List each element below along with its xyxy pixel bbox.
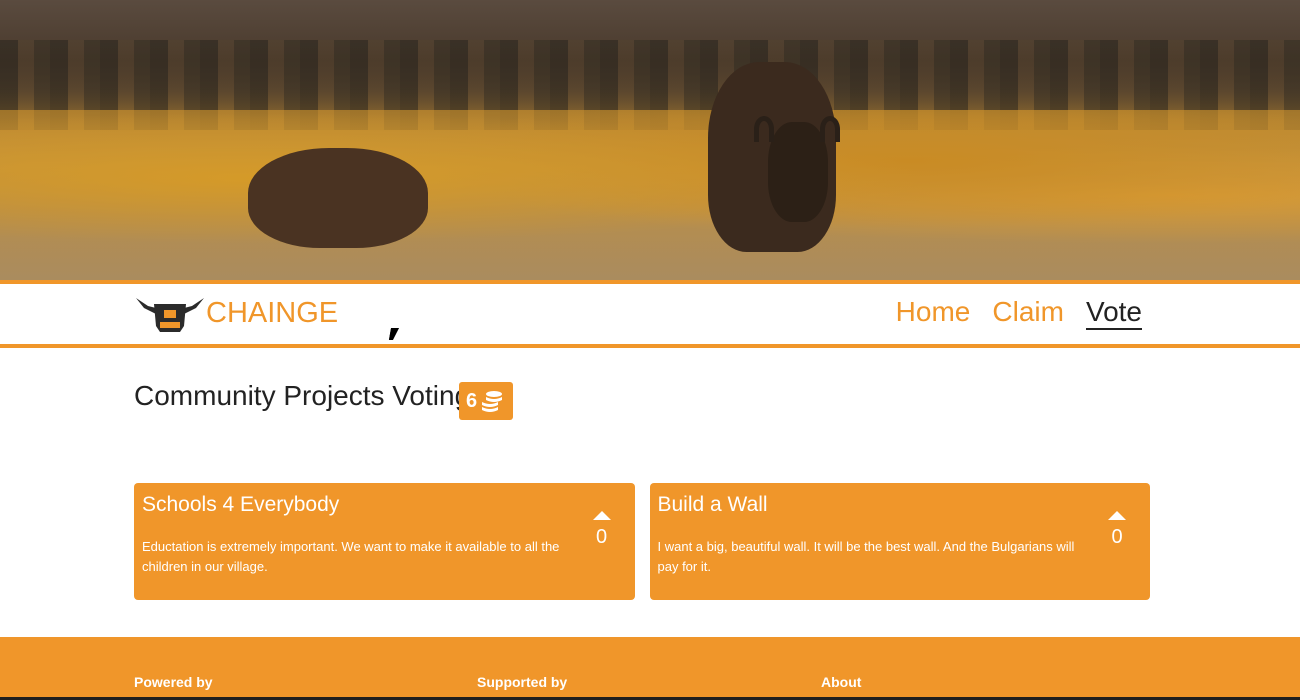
token-balance-value: 6 xyxy=(466,389,478,412)
footer: Powered by Supported by About xyxy=(0,637,1300,700)
project-card[interactable]: Schools 4 Everybody Eductation is extrem… xyxy=(134,483,635,600)
upvote-arrow-icon[interactable] xyxy=(1108,511,1126,520)
upvote-arrow-icon[interactable] xyxy=(592,511,611,520)
top-navbar: CHAINGE Home Claim Vote xyxy=(0,280,1300,348)
hero-banner-image xyxy=(0,0,1300,280)
vote-control: 0 xyxy=(589,511,615,549)
page-title: Community Projects Voting xyxy=(134,380,471,411)
hero-bison-head xyxy=(768,122,828,222)
hero-bison-horn xyxy=(820,116,840,142)
footer-about: About xyxy=(821,674,862,690)
footer-powered-by: Powered by xyxy=(134,674,213,690)
project-cards: Schools 4 Everybody Eductation is extrem… xyxy=(134,483,1150,600)
project-title: Schools 4 Everybody xyxy=(142,493,340,516)
bull-logo-icon[interactable] xyxy=(134,292,206,336)
project-title: Build a Wall xyxy=(657,493,768,516)
project-card[interactable]: Build a Wall I want a big, beautiful wal… xyxy=(649,483,1150,600)
nav-vote-link[interactable]: Vote xyxy=(1085,296,1142,330)
vote-control: 0 xyxy=(1104,511,1130,549)
footer-supported-by: Supported by xyxy=(477,674,568,690)
coins-icon xyxy=(482,391,503,412)
token-balance-badge: 6 xyxy=(459,382,513,420)
nav-claim-link[interactable]: Claim xyxy=(992,296,1064,330)
vote-count: 0 xyxy=(595,526,608,548)
project-description: Eductation is extremely important. We wa… xyxy=(142,539,560,574)
vote-count: 0 xyxy=(1111,526,1123,548)
hero-bison-horn xyxy=(754,116,774,142)
hero-bison-right xyxy=(708,62,840,252)
brand-name[interactable]: CHAINGE xyxy=(206,297,338,330)
project-description: I want a big, beautiful wall. It will be… xyxy=(657,539,1075,574)
nav-home-link[interactable]: Home xyxy=(896,296,971,330)
hero-grassland xyxy=(0,110,1300,280)
hero-bison-left xyxy=(248,148,428,248)
nav-links: Home Claim Vote xyxy=(896,296,1142,330)
